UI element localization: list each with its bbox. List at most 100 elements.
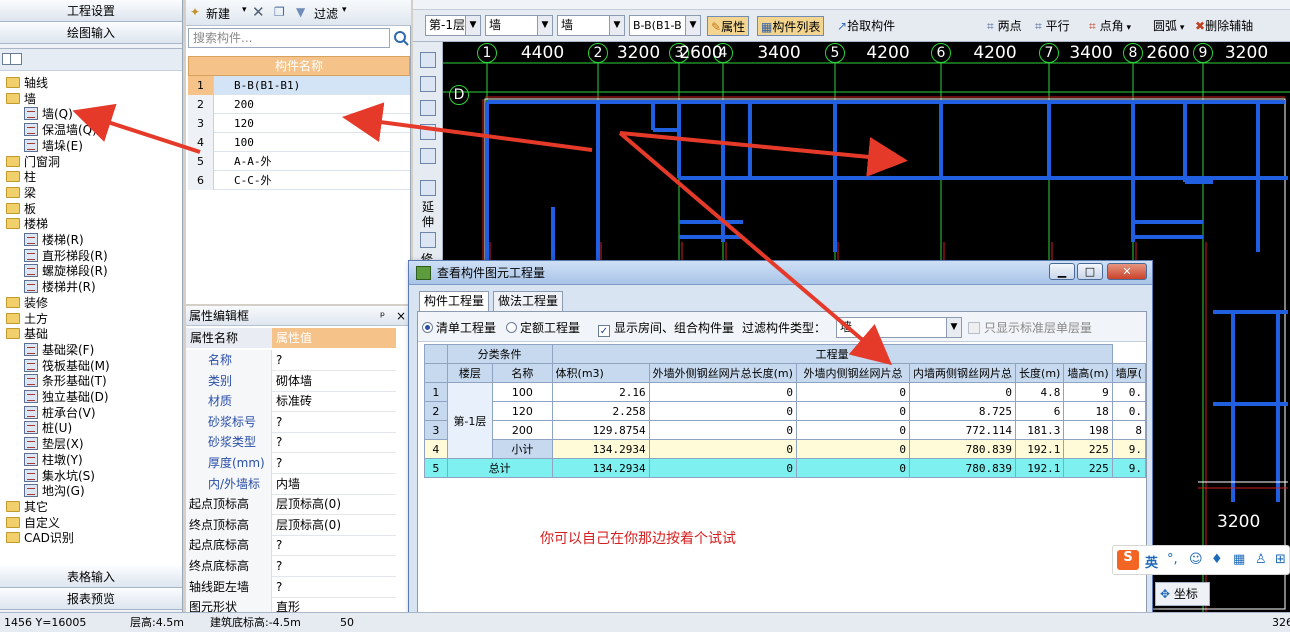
rotate-icon[interactable] [420,148,436,164]
subtype-select[interactable]: 墙 ▼ [557,15,625,36]
property-value[interactable]: 内墙 [276,474,300,495]
tree-leaf[interactable]: 垫层(X) [24,436,84,452]
component-search-input[interactable]: 搜索构件... [188,28,390,48]
move-icon[interactable] [420,124,436,140]
sogou-icon[interactable]: S [1117,550,1139,570]
extend-icon[interactable] [420,180,436,196]
tree-leaf[interactable]: 楼梯井(R) [24,279,96,295]
property-value[interactable]: 砌体墙 [276,371,312,392]
property-value[interactable]: ? [276,432,282,453]
tree-leaf[interactable]: 螺旋梯段(R) [24,263,108,279]
property-row[interactable]: 材质 标准砖 [186,391,396,413]
filter-type-select[interactable]: 墙 ▼ [836,317,962,338]
new-button[interactable]: 新建 [206,5,230,22]
minimize-icon[interactable]: ▁ [1049,263,1075,280]
component-row[interactable]: 3 120 [188,114,410,133]
search-icon[interactable] [392,28,410,48]
point-angle-button[interactable]: ⌗ 点角 ▾ [1089,16,1131,36]
property-value[interactable]: 层顶标高(0) [276,494,341,515]
collapse-all-icon[interactable] [10,53,22,65]
filter-icon[interactable]: ▼ [296,5,305,19]
arc-button[interactable]: 圆弧 ▾ [1153,16,1184,36]
tree-leaf[interactable]: 楼梯(R) [24,232,84,248]
pan-icon[interactable] [420,76,436,92]
component-row[interactable]: 5 A-A-外 [188,152,410,171]
component-list-button[interactable]: ▦构件列表 [757,16,825,36]
nav-project-settings[interactable]: 工程设置 [0,0,182,22]
close-icon[interactable]: × [396,306,406,326]
tree-leaf[interactable]: 直形梯段(R) [24,248,108,264]
mic-icon[interactable]: ♦ [1211,552,1223,567]
close-icon[interactable]: ✕ [1107,263,1147,280]
property-value[interactable]: ? [276,412,282,433]
property-row[interactable]: 轴线距左墙? [186,576,396,598]
brush-icon[interactable] [420,52,436,68]
tree-folder[interactable]: 基础 [6,326,48,342]
coordinate-button[interactable]: ✥ 坐标 [1155,582,1210,606]
tree-leaf[interactable]: 墙(Q) [24,106,73,122]
component-row[interactable]: 2 200 [188,95,410,114]
tree-leaf[interactable]: 地沟(G) [24,483,85,499]
property-row[interactable]: 起点底标高? [186,535,396,557]
tree-leaf[interactable]: 独立基础(D) [24,389,109,405]
ime-toolbar[interactable]: S 英 °, ☺ ♦ ▦ ♙ ⊞ [1112,545,1290,575]
property-row[interactable]: 名称? [186,350,396,371]
tree-leaf[interactable]: 条形基础(T) [24,373,107,389]
tree-folder[interactable]: 装修 [6,295,48,311]
delete-aux-axis-button[interactable]: ✖删除辅轴 [1195,16,1253,36]
component-row[interactable]: 4 100 [188,133,410,152]
tree-folder[interactable]: CAD识别 [6,530,74,546]
quantity-row[interactable]: 5 总计 134.2934 0 0 780.839 192.1 225 9. [424,458,1147,478]
tab-method-quantity[interactable]: 做法工程量 [493,291,564,311]
component-row[interactable]: 6 C-C-外 [188,171,410,190]
tree-folder[interactable]: 自定义 [6,515,60,531]
property-value[interactable]: ? [276,556,282,577]
property-value[interactable]: ? [276,577,282,598]
ime-language[interactable]: 英 [1145,552,1158,571]
property-row[interactable]: 终点顶标高 层顶标高(0) [186,514,396,536]
property-row[interactable]: 砂浆标号? [186,411,396,433]
tree-folder[interactable]: 其它 [6,499,48,515]
punctuation-icon[interactable]: °, [1167,552,1178,567]
maximize-icon[interactable]: □ [1077,263,1103,280]
pick-component-button[interactable]: ↗拾取构件 [837,16,895,36]
tree-leaf[interactable]: 桩承台(V) [24,405,96,421]
mirror-icon[interactable] [420,100,436,116]
show-rooms-checkbox[interactable]: ✓ 显示房间、组合构件量 [598,319,734,337]
tree-folder[interactable]: 轴线 [6,75,48,91]
quota-quantity-radio[interactable]: 定额工程量 [506,319,580,336]
keyboard-icon[interactable]: ▦ [1233,552,1245,567]
tree-leaf[interactable]: 柱墩(Y) [24,452,83,468]
tree-leaf[interactable]: 筏板基础(M) [24,358,110,374]
property-row[interactable]: 内/外墙标 内墙 [186,473,396,495]
copy-icon[interactable]: ❐ [274,5,285,19]
tree-folder[interactable]: 土方 [6,311,48,327]
property-row[interactable]: 厚度(mm)? [186,453,396,474]
filter-button[interactable]: 过滤 [314,5,338,22]
property-value[interactable]: ? [276,350,282,371]
property-row[interactable]: 起点顶标高 层顶标高(0) [186,494,396,516]
property-row[interactable]: 类别 砌体墙 [186,370,396,392]
tree-folder[interactable]: 梁 [6,185,36,201]
tree-leaf[interactable]: 墙垛(E) [24,138,83,154]
tree-leaf[interactable]: 集水坑(S) [24,468,95,484]
nav-drawing-input[interactable]: 绘图输入 [0,22,182,44]
tree-folder[interactable]: 柱 [6,169,36,185]
tree-folder[interactable]: 板 [6,201,36,217]
property-value[interactable]: ? [276,453,282,474]
tree-folder[interactable]: 楼梯 [6,216,48,232]
grid-icon[interactable]: ⊞ [1275,552,1286,567]
category-select[interactable]: 墙 ▼ [485,15,553,36]
emoji-icon[interactable]: ☺ [1189,552,1203,567]
property-value[interactable]: 层顶标高(0) [276,515,341,536]
tree-leaf[interactable]: 基础梁(F) [24,342,94,358]
property-row[interactable]: 砂浆类型? [186,432,396,454]
nav-report-preview[interactable]: 报表预览 [0,588,182,610]
tab-component-quantity[interactable]: 构件工程量 [419,291,490,312]
component-select[interactable]: B-B(B1-B ▼ [629,15,701,36]
tree-folder[interactable]: 墙 [6,91,36,107]
trim-icon[interactable] [420,232,436,248]
user-icon[interactable]: ♙ [1255,552,1267,567]
quantity-row[interactable]: 1 第-1层 100 2.16 0 0 0 4.8 9 0. [424,382,1147,459]
pin-icon[interactable]: ᵖ [380,306,385,326]
